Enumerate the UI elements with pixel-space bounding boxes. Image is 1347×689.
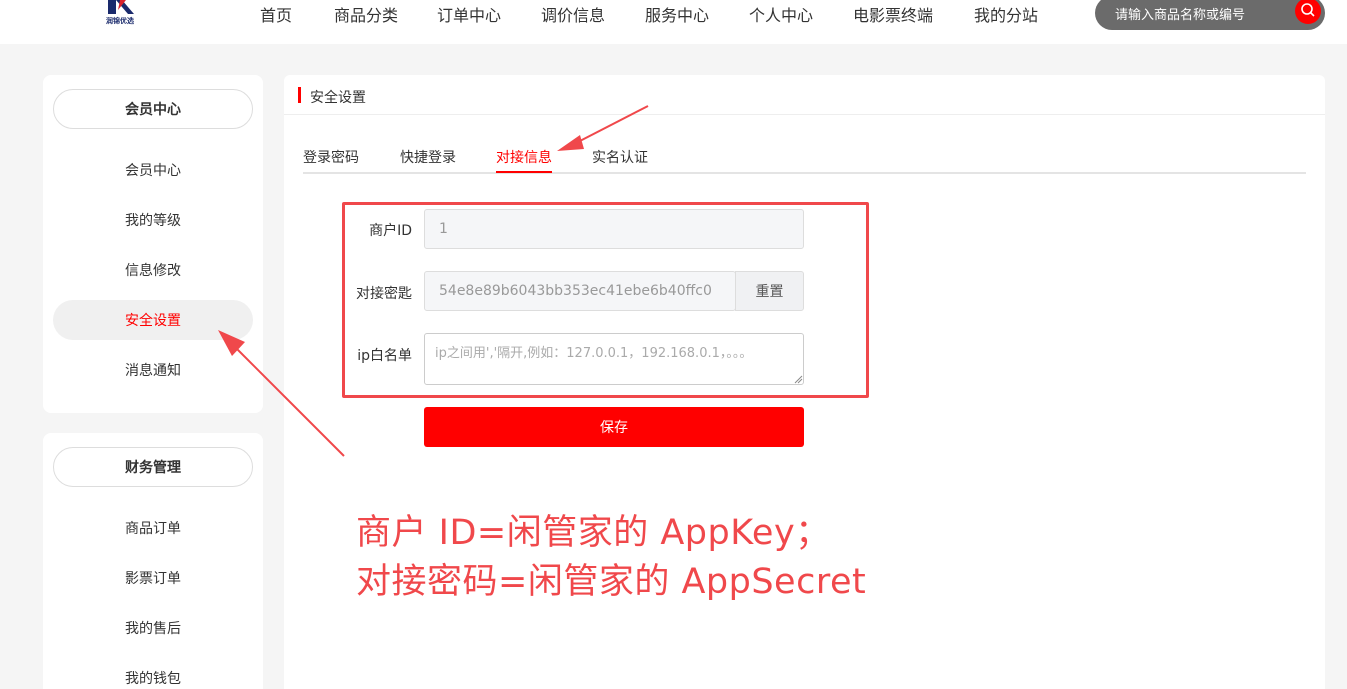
arrow-head-tab-icon xyxy=(557,135,584,151)
annotation-arrows xyxy=(218,105,649,457)
